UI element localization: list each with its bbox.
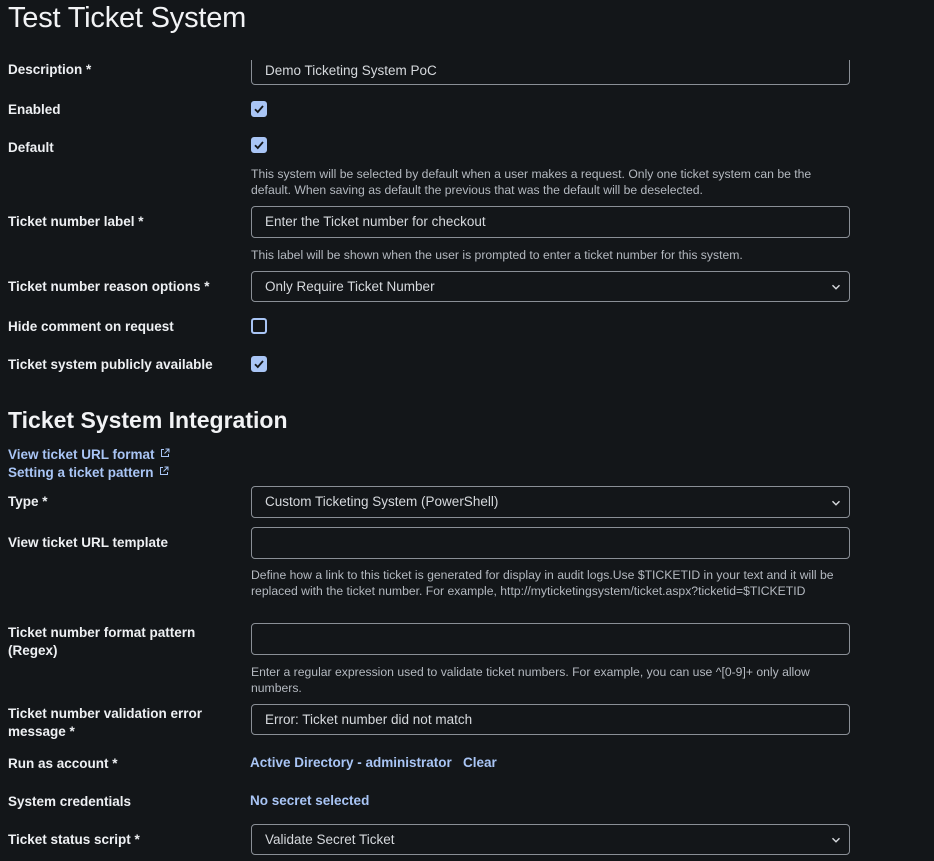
view-url-format-link-text: View ticket URL format <box>8 447 155 462</box>
chevron-down-icon <box>831 284 841 290</box>
status-script-label: Ticket status script * <box>8 832 140 847</box>
validation-error-label: Ticket number validation error message * <box>8 706 203 739</box>
status-script-value: Validate Secret Ticket <box>265 832 395 847</box>
ticket-number-label-label: Ticket number label * <box>8 214 144 229</box>
view-url-format-link[interactable]: View ticket URL format <box>8 447 170 462</box>
external-link-icon <box>160 448 170 457</box>
ticket-pattern-link[interactable]: Setting a ticket pattern <box>8 465 169 480</box>
chevron-down-icon <box>831 837 841 843</box>
hide-comment-checkbox[interactable] <box>251 318 267 334</box>
checkmark-icon <box>254 105 264 114</box>
default-label: Default <box>8 140 54 155</box>
checkmark-icon <box>254 360 264 369</box>
ticket-number-label-help: This label will be shown when the user i… <box>251 248 743 262</box>
publicly-available-label: Ticket system publicly available <box>8 357 213 372</box>
publicly-available-checkbox[interactable] <box>251 356 267 372</box>
url-template-input[interactable] <box>251 527 850 559</box>
external-link-icon <box>159 466 169 475</box>
reason-options-select[interactable]: Only Require Ticket Number <box>251 271 850 302</box>
url-template-help: Define how a link to this ticket is gene… <box>251 568 834 598</box>
type-label: Type * <box>8 494 48 509</box>
chevron-down-icon <box>831 500 841 506</box>
credentials-link[interactable]: No secret selected <box>250 793 369 808</box>
ticket-number-label-input[interactable]: Enter the Ticket number for checkout <box>251 206 850 238</box>
run-as-account-link[interactable]: Active Directory - administrator <box>250 755 452 770</box>
run-as-clear-link[interactable]: Clear <box>463 755 497 770</box>
description-label: Description * <box>8 62 92 77</box>
integration-section-title: Ticket System Integration <box>8 407 288 433</box>
format-pattern-help: Enter a regular expression used to valid… <box>251 665 810 695</box>
type-value: Custom Ticketing System (PowerShell) <box>265 494 499 509</box>
status-script-select[interactable]: Validate Secret Ticket <box>251 824 850 855</box>
enabled-label: Enabled <box>8 102 61 117</box>
default-help-text: This system will be selected by default … <box>251 167 812 197</box>
format-pattern-input[interactable] <box>251 623 850 655</box>
ticket-pattern-link-text: Setting a ticket pattern <box>8 465 154 480</box>
credentials-label: System credentials <box>8 794 132 809</box>
enabled-checkbox[interactable] <box>251 101 267 117</box>
page-title: Test Ticket System <box>8 2 247 34</box>
description-input[interactable]: Demo Ticketing System PoC <box>251 60 850 85</box>
type-select[interactable]: Custom Ticketing System (PowerShell) <box>251 486 850 518</box>
checkmark-icon <box>254 141 264 150</box>
hide-comment-label: Hide comment on request <box>8 319 174 334</box>
run-as-label: Run as account * <box>8 756 118 771</box>
validation-error-input[interactable]: Error: Ticket number did not match <box>251 704 850 735</box>
reason-options-value: Only Require Ticket Number <box>265 279 435 294</box>
url-template-label: View ticket URL template <box>8 535 169 550</box>
format-pattern-label: Ticket number format pattern (Regex) <box>8 625 196 658</box>
reason-options-label: Ticket number reason options * <box>8 279 210 294</box>
default-checkbox[interactable] <box>251 137 267 153</box>
